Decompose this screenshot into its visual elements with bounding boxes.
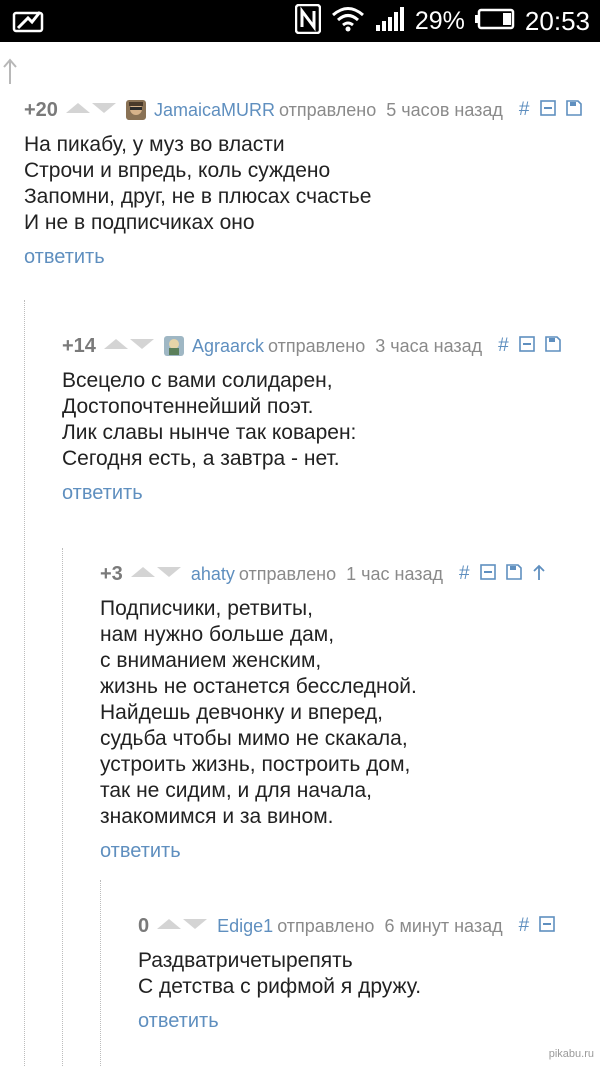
comment-body: Подписчики, ретвиты, нам нужно больше да…	[100, 596, 600, 830]
comment-author[interactable]: JamaicaMURR	[154, 100, 275, 121]
comment-author[interactable]: ahaty	[191, 564, 235, 585]
save-icon[interactable]	[505, 563, 522, 585]
comment-body: На пикабу, у муз во власти Строчи и впре…	[24, 132, 600, 236]
thread-line	[100, 880, 101, 1066]
comment-score: 0	[138, 914, 150, 937]
reply-link[interactable]: ответить	[24, 246, 600, 269]
permalink-hash[interactable]: #	[519, 99, 530, 121]
comment-time: 6 минут назад	[384, 915, 503, 936]
comment-line: Запомни, друг, не в плюсах счастье	[24, 185, 372, 208]
parent-arrow-icon[interactable]	[532, 564, 546, 585]
watermark: pikabu.ru	[548, 1048, 594, 1060]
collapse-icon[interactable]	[539, 915, 555, 937]
comment-header: 0 Edige1 отправлено 6 минут назад #	[138, 914, 600, 938]
comment-line: устроить жизнь, построить дом,	[100, 753, 411, 776]
upvote-icon[interactable]	[65, 101, 90, 120]
reply-link[interactable]: ответить	[138, 1010, 600, 1033]
collapse-icon[interactable]	[518, 335, 535, 357]
comment-line: Всецело с вами солидарен,	[62, 369, 333, 392]
comment-line: Строчи и впредь, коль суждено	[24, 159, 331, 182]
notification-image-icon	[12, 8, 46, 39]
comment-header: +3 ahaty отправлено 1 час назад #	[100, 562, 600, 586]
collapse-icon[interactable]	[539, 99, 556, 121]
save-icon[interactable]	[544, 335, 561, 357]
comment: 0 Edige1 отправлено 6 минут назад # Разд…	[138, 914, 600, 1033]
comment-time: 1 час назад	[346, 563, 444, 584]
downvote-icon[interactable]	[156, 565, 181, 584]
comment-line: нам нужно больше дам,	[100, 623, 335, 646]
permalink-hash[interactable]: #	[519, 915, 530, 937]
thread-line	[24, 300, 25, 1066]
collapse-icon[interactable]	[479, 563, 496, 585]
reply-link[interactable]: ответить	[100, 840, 600, 863]
scroll-up-arrow-icon[interactable]	[2, 58, 18, 89]
sent-label: отправлено	[238, 563, 337, 584]
comment-line: Найдешь девчонку и вперед,	[100, 701, 384, 724]
comment: +14 Agraarck отправлено 3 часа назад # В…	[62, 334, 600, 505]
permalink-hash[interactable]: #	[498, 335, 509, 357]
comment-body: Раздватричетырепять С детства с рифмой я…	[138, 948, 600, 1000]
upvote-icon[interactable]	[157, 917, 182, 936]
sent-label: отправлено	[278, 99, 377, 120]
reply-link[interactable]: ответить	[62, 482, 600, 505]
comment-author[interactable]: Agraarck	[192, 336, 264, 357]
comment-time: 3 часа назад	[375, 335, 483, 356]
comment-line: Раздватричетырепять	[138, 949, 353, 972]
comment-line: знакомимся и за вином.	[100, 805, 334, 828]
comment-line: На пикабу, у муз во власти	[24, 133, 285, 156]
comment-body: Всецело с вами солидарен, Достопочтенней…	[62, 368, 600, 472]
comment-line: Лик славы нынче так коварен:	[62, 421, 357, 444]
comment-line: Подписчики, ретвиты,	[100, 597, 313, 620]
comment-score: +14	[62, 334, 96, 357]
nfc-icon	[294, 3, 322, 39]
comment-author[interactable]: Edige1	[217, 916, 273, 937]
clock: 20:53	[524, 5, 590, 36]
downvote-icon[interactable]	[183, 917, 208, 936]
comment: +3 ahaty отправлено 1 час назад # Подпис…	[100, 562, 600, 863]
downvote-icon[interactable]	[129, 337, 154, 356]
downvote-icon[interactable]	[91, 101, 116, 120]
avatar[interactable]	[125, 100, 146, 120]
sent-label: отправлено	[277, 915, 375, 936]
upvote-icon[interactable]	[103, 337, 128, 356]
avatar[interactable]	[163, 336, 184, 356]
comment-header: +20 JamaicaMURR отправлено 5 часов назад…	[24, 98, 600, 122]
comment-line: С детства с рифмой я дружу.	[138, 975, 422, 998]
comment-line: так не сидим, и для начала,	[100, 779, 372, 802]
comment-line: с вниманием женским,	[100, 649, 322, 672]
comment-line: Достопочтеннейший поэт.	[62, 395, 314, 418]
battery-icon	[474, 8, 515, 35]
comment-header: +14 Agraarck отправлено 3 часа назад #	[62, 334, 600, 358]
comment-score: +20	[24, 98, 58, 121]
signal-icon	[375, 6, 405, 37]
battery-percent: 29%	[414, 6, 465, 35]
comment-line: Сегодня есть, а завтра - нет.	[62, 447, 340, 470]
comment-line: жизнь не останется бесследной.	[100, 675, 417, 698]
permalink-hash[interactable]: #	[459, 563, 470, 585]
sent-label: отправлено	[267, 335, 366, 356]
status-bar: 29% 20:53	[0, 0, 600, 42]
upvote-icon[interactable]	[130, 565, 155, 584]
comment-line: И не в подписчиках оно	[24, 211, 255, 234]
comment-score: +3	[100, 562, 123, 585]
thread-line	[62, 548, 63, 1066]
save-icon[interactable]	[565, 99, 582, 121]
comment-line: судьба чтобы мимо не скакала,	[100, 727, 408, 750]
comment-time: 5 часов назад	[386, 99, 503, 120]
comment: +20 JamaicaMURR отправлено 5 часов назад…	[24, 98, 600, 269]
wifi-icon	[331, 6, 365, 37]
